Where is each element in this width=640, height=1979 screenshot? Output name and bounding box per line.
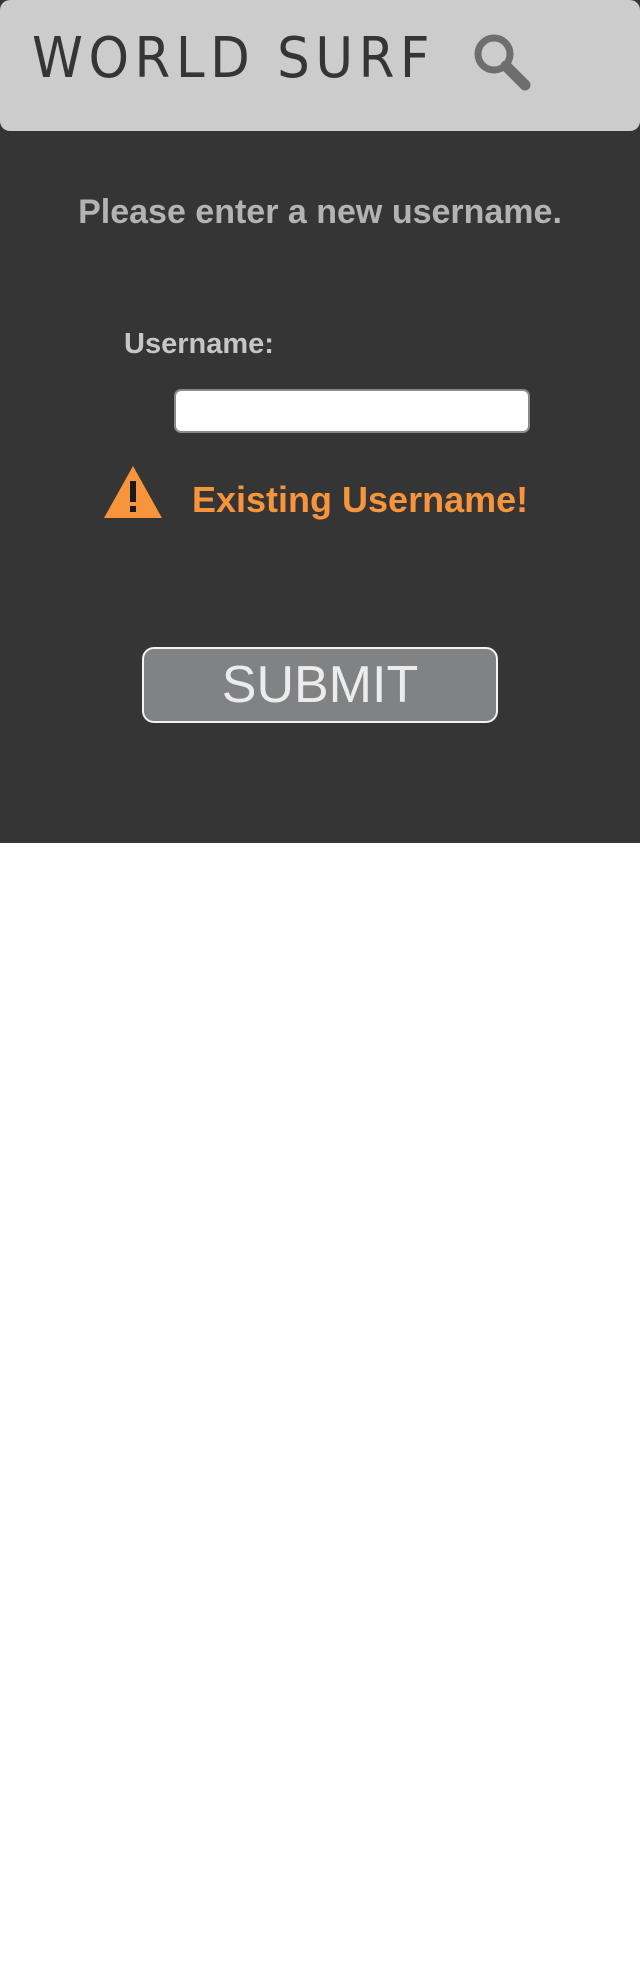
- top-header: WORLD SURF: [0, 0, 640, 131]
- username-input[interactable]: [174, 389, 530, 433]
- error-message: Existing Username!: [192, 479, 529, 520]
- username-label: Username:: [124, 328, 274, 360]
- submit-button[interactable]: SUBMIT: [142, 647, 498, 723]
- search-button[interactable]: [470, 30, 536, 96]
- instruction-text: Please enter a new username.: [78, 193, 562, 231]
- app-screen: WORLD SURF Please enter a new username. …: [0, 0, 640, 843]
- warning-icon: [104, 466, 162, 518]
- brand-title: WORLD SURF: [32, 26, 436, 91]
- search-icon: [474, 34, 531, 91]
